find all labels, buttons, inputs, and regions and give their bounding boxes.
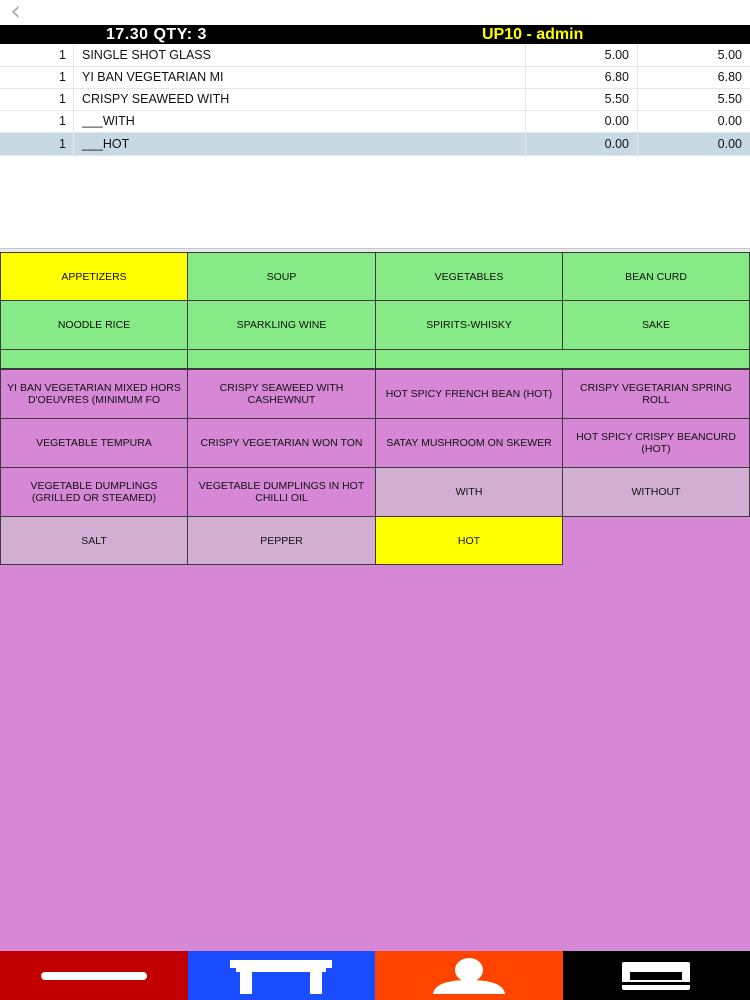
- order-header: 17.30 QTY: 3 UP10 - admin: [0, 25, 750, 44]
- order-description: SINGLE SHOT GLASS: [73, 44, 525, 66]
- order-row[interactable]: 1 SINGLE SHOT GLASS 5.00 5.00: [0, 44, 750, 67]
- terminal-user: UP10 - admin: [482, 26, 584, 43]
- order-description: CRISPY SEAWEED WITH: [73, 88, 525, 110]
- item-label: VEGETABLE DUMPLINGS (GRILLED OR STEAMED): [30, 480, 158, 504]
- cash-drawer-icon: [622, 961, 691, 990]
- order-price: 6.80: [525, 66, 637, 88]
- category-soup[interactable]: SOUP: [187, 252, 376, 301]
- order-qty: 1: [59, 70, 66, 84]
- category-empty-slot: [375, 349, 750, 369]
- order-description: ___WITH: [73, 110, 525, 132]
- order-qty: 1: [59, 92, 66, 106]
- item-label: CRISPY VEGETARIAN WON TON: [200, 437, 363, 449]
- item-label: VEGETABLE DUMPLINGS IN HOT CHILLI OIL: [198, 480, 365, 504]
- minus-tab[interactable]: [0, 951, 188, 1000]
- modifier-without[interactable]: WITHOUT: [562, 467, 750, 517]
- modifier-pepper[interactable]: PEPPER: [187, 516, 376, 565]
- item-label: HOT SPICY FRENCH BEAN (HOT): [385, 388, 553, 400]
- modifier-label: PEPPER: [260, 534, 303, 547]
- order-qty: 1: [59, 48, 66, 62]
- item-label: CRISPY SEAWEED WITH CASHEWNUT: [219, 382, 344, 406]
- order-amount: 5.00: [637, 44, 750, 66]
- modifier-with[interactable]: WITH: [375, 467, 563, 517]
- category-label: SPARKLING WINE: [236, 319, 327, 331]
- item-crispy-seaweed-cashewnut[interactable]: CRISPY SEAWEED WITH CASHEWNUT: [187, 369, 376, 419]
- customer-tab[interactable]: [375, 951, 563, 1000]
- modifier-hot[interactable]: HOT: [375, 516, 563, 565]
- order-row-selected[interactable]: 1 ___HOT 0.00 0.00: [0, 133, 750, 156]
- item-vegetable-dumplings-chilli-oil[interactable]: VEGETABLE DUMPLINGS IN HOT CHILLI OIL: [187, 467, 376, 517]
- order-price: 5.00: [525, 44, 637, 66]
- order-description: YI BAN VEGETARIAN MI: [73, 66, 525, 88]
- category-empty-slot: [187, 349, 376, 369]
- item-hot-spicy-crispy-beancurd[interactable]: HOT SPICY CRISPY BEANCURD (HOT): [562, 418, 750, 468]
- back-chevron-icon[interactable]: ‹: [10, 0, 34, 25]
- top-bar: ‹: [0, 0, 750, 25]
- modifier-label: WITHOUT: [631, 486, 681, 498]
- modifier-label: SALT: [81, 534, 107, 547]
- item-crispy-vegetarian-spring-roll[interactable]: CRISPY VEGETARIAN SPRING ROLL: [562, 369, 750, 419]
- category-label: SOUP: [266, 270, 297, 283]
- order-description: ___HOT: [73, 133, 525, 155]
- order-list: 1 SINGLE SHOT GLASS 5.00 5.00 1 YI BAN V…: [0, 44, 750, 248]
- item-label: SATAY MUSHROOM ON SKEWER: [386, 437, 552, 449]
- category-spirits-whisky[interactable]: SPIRITS-WHISKY: [375, 300, 563, 350]
- item-crispy-vegetarian-won-ton[interactable]: CRISPY VEGETARIAN WON TON: [187, 418, 376, 468]
- order-price: 0.00: [525, 133, 637, 155]
- category-sake[interactable]: SAKE: [562, 300, 750, 350]
- category-label: NOODLE RICE: [57, 319, 131, 331]
- order-amount: 6.80: [637, 66, 750, 88]
- item-yi-ban-vegetarian-mixed[interactable]: YI BAN VEGETARIAN MIXED HORS D'OEUVRES (…: [0, 369, 188, 419]
- category-label: APPETIZERS: [61, 270, 127, 283]
- item-vegetable-dumplings-grilled[interactable]: VEGETABLE DUMPLINGS (GRILLED OR STEAMED): [0, 467, 188, 517]
- category-noodle-rice[interactable]: NOODLE RICE: [0, 300, 188, 350]
- table-icon: [230, 959, 333, 994]
- category-sparkling-wine[interactable]: SPARKLING WINE: [187, 300, 376, 350]
- order-amount: 5.50: [637, 88, 750, 110]
- category-bean-curd[interactable]: BEAN CURD: [562, 252, 750, 301]
- modifier-salt[interactable]: SALT: [0, 516, 188, 565]
- item-hot-spicy-french-bean[interactable]: HOT SPICY FRENCH BEAN (HOT): [375, 369, 563, 419]
- order-qty: 1: [59, 114, 66, 128]
- minus-icon: [40, 971, 147, 980]
- bottom-tab-bar: [0, 951, 750, 1000]
- order-row[interactable]: 1 ___WITH 0.00 0.00: [0, 110, 750, 133]
- category-label: SPIRITS-WHISKY: [426, 319, 512, 331]
- order-row[interactable]: 1 YI BAN VEGETARIAN MI 6.80 6.80: [0, 66, 750, 89]
- item-vegetable-tempura[interactable]: VEGETABLE TEMPURA: [0, 418, 188, 468]
- item-label: CRISPY VEGETARIAN SPRING ROLL: [580, 382, 732, 406]
- cash-drawer-tab[interactable]: [562, 951, 750, 1000]
- item-satay-mushroom-skewer[interactable]: SATAY MUSHROOM ON SKEWER: [375, 418, 563, 468]
- category-label: VEGETABLES: [434, 270, 504, 283]
- order-price: 5.50: [525, 88, 637, 110]
- person-icon: [432, 957, 505, 994]
- category-label: SAKE: [641, 319, 670, 331]
- order-row[interactable]: 1 CRISPY SEAWEED WITH 5.50 5.50: [0, 88, 750, 111]
- table-tab[interactable]: [187, 951, 375, 1000]
- category-empty-slot: [0, 349, 188, 369]
- order-amount: 0.00: [637, 110, 750, 132]
- item-label: YI BAN VEGETARIAN MIXED HORS D'OEUVRES (…: [7, 382, 181, 406]
- item-label: VEGETABLE TEMPURA: [36, 437, 152, 449]
- item-label: HOT SPICY CRISPY BEANCURD (HOT): [576, 431, 736, 455]
- order-total-qty: 17.30 QTY: 3: [106, 26, 207, 43]
- category-label: BEAN CURD: [625, 270, 687, 283]
- modifier-label: HOT: [457, 534, 481, 547]
- order-price: 0.00: [525, 110, 637, 132]
- category-appetizers[interactable]: APPETIZERS: [0, 252, 188, 301]
- order-amount: 0.00: [637, 133, 750, 155]
- modifier-label: WITH: [455, 486, 483, 498]
- order-qty: 1: [59, 137, 66, 151]
- category-vegetables[interactable]: VEGETABLES: [375, 252, 563, 301]
